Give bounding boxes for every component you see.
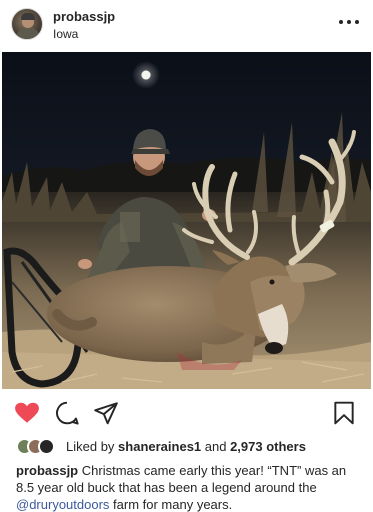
heart-icon[interactable] [14, 400, 40, 426]
caption-mention[interactable]: @druryoutdoors [16, 497, 109, 512]
comment-icon[interactable] [54, 400, 80, 426]
post-location[interactable]: Iowa [53, 27, 78, 41]
likes-middle: and [201, 439, 231, 454]
post-actions [0, 396, 373, 430]
post-header: probassjp Iowa [0, 0, 373, 48]
likes-summary: Liked by shaneraines1 and 2,973 others [66, 439, 306, 454]
liker-username[interactable]: shaneraines1 [118, 439, 201, 454]
likes-prefix: Liked by [66, 439, 119, 454]
post-caption: probassjp Christmas came early this year… [16, 462, 364, 512]
liker-avatars[interactable] [16, 438, 64, 456]
post-username[interactable]: probassjp [53, 9, 115, 24]
send-icon[interactable] [93, 400, 119, 426]
caption-username[interactable]: probassjp [16, 463, 78, 478]
likes-count[interactable]: 2,973 others [230, 439, 306, 454]
profile-avatar[interactable] [11, 8, 43, 40]
caption-text-end: farm for many years. [109, 497, 233, 512]
likes-row: Liked by shaneraines1 and 2,973 others [16, 437, 366, 457]
more-options-icon[interactable] [337, 14, 361, 30]
post-photo[interactable] [2, 52, 371, 389]
bookmark-icon[interactable] [331, 400, 357, 426]
